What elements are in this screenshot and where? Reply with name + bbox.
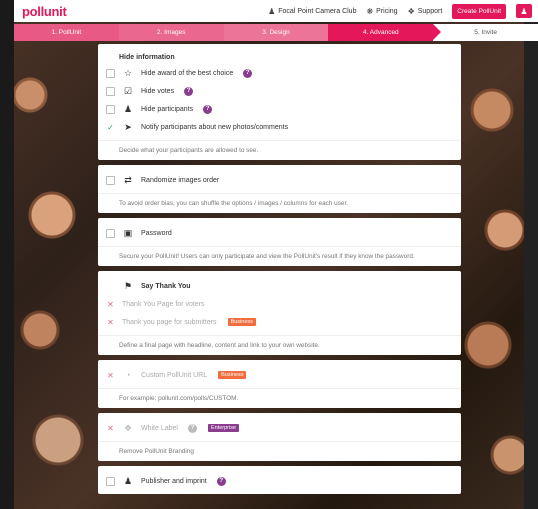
pricing-link[interactable]: ❋ Pricing	[366, 7, 397, 16]
publisher-card: ♟ Publisher and imprint ?	[98, 466, 461, 494]
password-row[interactable]: ▣ Password	[106, 224, 451, 242]
support-label: Support	[417, 7, 443, 15]
publisher-row[interactable]: ♟ Publisher and imprint ?	[106, 472, 451, 490]
notify-label: Notify participants about new photos/com…	[141, 123, 289, 131]
person-icon: ♟	[123, 475, 133, 486]
custom-url-row: ✕ ◔ Custom PollUnit URL Business	[106, 366, 451, 384]
step-advanced[interactable]: 4. Advanced	[328, 24, 441, 41]
flag-icon: ⚑	[123, 280, 133, 291]
account-button[interactable]: ♟	[516, 4, 532, 18]
custom-url-label: Custom PollUnit URL	[141, 371, 208, 379]
hide-votes-row[interactable]: ☑ Hide votes ?	[106, 82, 451, 100]
hide-information-header: Hide information	[106, 50, 451, 64]
password-checkbox[interactable]	[106, 228, 115, 238]
help-icon[interactable]: ?	[184, 86, 194, 96]
help-icon[interactable]: ?	[187, 423, 197, 433]
randomize-label: Randomize images order	[141, 176, 220, 184]
unavailable-icon: ✕	[107, 317, 114, 327]
publisher-label: Publisher and imprint	[141, 477, 207, 485]
white-label-card: ✕ ❖ White Label ? Enterprise Remove Poll…	[98, 413, 461, 461]
help-icon[interactable]: ?	[203, 104, 213, 114]
say-thank-you-help: Define a final page with headline, conte…	[98, 335, 461, 355]
notify-participants-row[interactable]: ✓ ➤ Notify participants about new photos…	[106, 118, 451, 136]
shuffle-icon: ⇄	[124, 174, 132, 185]
custom-url-card: ✕ ◔ Custom PollUnit URL Business For exa…	[98, 360, 461, 408]
star-icon: ☆	[123, 67, 133, 78]
custom-url-help: For example: pollunit.com/polls/CUSTOM.	[98, 388, 461, 408]
club-name: Focal Point Camera Club	[278, 7, 357, 15]
randomize-help: To avoid order bias, you can shuffle the…	[98, 193, 461, 213]
tag-icon: ❋	[366, 6, 374, 16]
unavailable-icon: ✕	[107, 370, 114, 380]
randomize-row[interactable]: ⇄ Randomize images order	[106, 171, 451, 189]
step-images[interactable]: 2. Images	[118, 24, 224, 41]
thank-you-voters-row: ✕ Thank You Page for voters	[106, 295, 451, 313]
hide-participants-checkbox[interactable]	[106, 104, 115, 114]
paper-plane-icon: ➤	[124, 121, 132, 132]
thank-you-submitters-row: ✕ Thank you page for submitters Business	[106, 313, 451, 331]
thank-you-submitters-label: Thank you page for submitters	[122, 318, 217, 326]
top-navigation: pollunit ♟ Focal Point Camera Club ❋ Pri…	[14, 0, 538, 22]
right-dark-edge	[524, 0, 538, 509]
hide-participants-row[interactable]: ♟ Hide participants ?	[106, 100, 451, 118]
password-label: Password	[141, 229, 172, 237]
account-icon: ♟	[520, 6, 528, 16]
unavailable-icon: ✕	[107, 423, 114, 433]
check-circle-icon: ☑	[123, 85, 133, 96]
create-pollunit-button[interactable]: Create PollUnit	[452, 3, 506, 19]
tag-icon: ❖	[123, 422, 133, 433]
wizard-steps: 1. PollUnit 2. Images 3. Design 4. Advan…	[14, 24, 538, 41]
support-icon: ❖	[407, 6, 415, 16]
hide-votes-checkbox[interactable]	[106, 86, 115, 96]
password-help: Secure your PollUnit! Users can only par…	[98, 246, 461, 266]
say-thank-you-title: Say Thank You	[141, 282, 191, 290]
left-dark-edge	[0, 0, 14, 509]
step-design[interactable]: 3. Design	[223, 24, 329, 41]
notify-checkbox[interactable]: ✓	[106, 122, 115, 132]
hide-information-card: Hide information ☆ Hide award of the bes…	[98, 44, 461, 160]
settings-column: Hide information ☆ Hide award of the bes…	[98, 44, 461, 499]
password-card: ▣ Password Secure your PollUnit! Users c…	[98, 218, 461, 266]
white-label-help: Remove PollUnit Branding	[98, 441, 461, 461]
club-menu[interactable]: ♟ Focal Point Camera Club	[268, 7, 356, 16]
help-icon[interactable]: ?	[243, 68, 253, 78]
say-thank-you-header: ⚑ Say Thank You	[106, 277, 451, 295]
hide-information-help: Decide what your participants are allowe…	[98, 140, 461, 160]
white-label-label: White Label	[141, 424, 178, 432]
randomize-checkbox[interactable]	[106, 175, 115, 185]
pollunit-logo[interactable]: pollunit	[22, 4, 67, 19]
randomize-card: ⇄ Randomize images order To avoid order …	[98, 165, 461, 213]
user-icon: ♟	[268, 6, 276, 16]
pricing-label: Pricing	[376, 7, 398, 15]
hide-award-checkbox[interactable]	[106, 68, 115, 78]
lock-icon: ▣	[123, 227, 133, 238]
business-badge: Business	[227, 318, 256, 326]
say-thank-you-card: ⚑ Say Thank You ✕ Thank You Page for vot…	[98, 271, 461, 355]
hide-award-row[interactable]: ☆ Hide award of the best choice ?	[106, 64, 451, 82]
hide-votes-label: Hide votes	[141, 87, 175, 95]
support-link[interactable]: ❖ Support	[408, 7, 443, 16]
globe-icon: ◔	[125, 370, 131, 380]
unavailable-icon: ✕	[107, 299, 114, 309]
hide-information-title: Hide information	[119, 53, 175, 61]
publisher-checkbox[interactable]	[106, 476, 115, 486]
hide-participants-label: Hide participants	[141, 105, 194, 113]
white-label-row: ✕ ❖ White Label ? Enterprise	[106, 419, 451, 437]
step-invite[interactable]: 5. Invite	[433, 24, 538, 41]
thank-you-voters-label: Thank You Page for voters	[122, 300, 205, 308]
step-pollunit[interactable]: 1. PollUnit	[14, 24, 119, 41]
person-icon: ♟	[123, 103, 133, 114]
enterprise-badge: Enterprise	[207, 424, 240, 432]
hide-award-label: Hide award of the best choice	[141, 69, 234, 77]
business-badge: Business	[218, 371, 247, 379]
help-icon[interactable]: ?	[216, 476, 226, 486]
